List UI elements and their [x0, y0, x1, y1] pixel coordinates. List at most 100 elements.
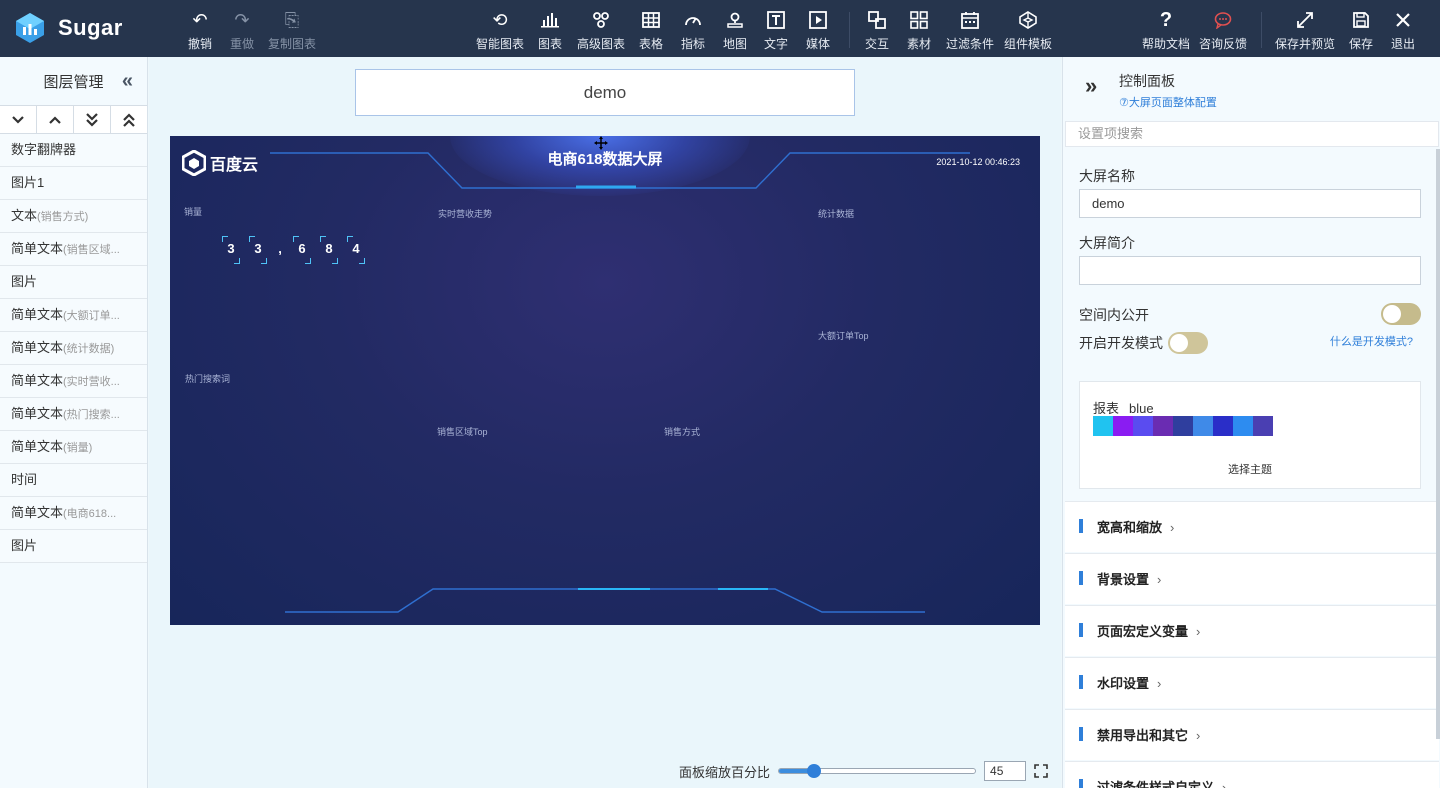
layer-order-controls — [0, 105, 147, 134]
dashboard-canvas[interactable]: 百度云 电商618数据大屏 2021-10-12 00:46:23 销量 实时营… — [170, 136, 1040, 625]
zoom-control: 面板缩放百分比 45 — [679, 761, 1048, 781]
zoom-label: 面板缩放百分比 — [679, 764, 771, 780]
advanced-chart-button[interactable]: 高级图表 — [577, 9, 625, 52]
feedback-button[interactable]: 咨询反馈 — [1199, 9, 1247, 52]
layer-item-label: 简单文本 — [11, 439, 64, 454]
redo-button[interactable]: ↷ 重做 — [230, 9, 254, 52]
collapse-right-icon[interactable]: » — [1085, 73, 1097, 99]
text-label: 文字 — [764, 37, 789, 51]
screen-desc-field[interactable] — [1079, 256, 1421, 285]
section-macro-variables[interactable]: 页面宏定义变量 › — [1065, 605, 1439, 656]
map-button[interactable]: 地图 — [723, 9, 747, 52]
flip-digit: 3 — [249, 236, 267, 264]
layer-item[interactable]: 简单文本(销量) — [0, 431, 147, 464]
dev-mode-help-link[interactable]: 什么是开发模式? — [1330, 333, 1413, 349]
move-bottom-button[interactable] — [74, 106, 111, 133]
theme-color-swatch — [1253, 416, 1273, 436]
label-realtime-revenue[interactable]: 实时营收走势 — [438, 207, 492, 220]
label-region-top[interactable]: 销售区域Top — [437, 425, 488, 438]
material-button[interactable]: 素材 — [907, 9, 931, 52]
section-marker — [1079, 779, 1083, 788]
layer-item[interactable]: 时间 — [0, 464, 147, 497]
settings-search-input[interactable]: 设置项搜索 — [1065, 121, 1439, 147]
smart-chart-button[interactable]: ⟲ 智能图表 — [476, 9, 524, 52]
exit-button[interactable]: 退出 — [1391, 9, 1415, 52]
label-sales[interactable]: 销量 — [184, 205, 202, 218]
double-chevron-down-icon — [86, 112, 98, 127]
screen-desc-label: 大屏简介 — [1079, 235, 1135, 251]
move-top-button[interactable] — [111, 106, 147, 133]
interaction-button[interactable]: 交互 — [865, 9, 889, 52]
top-toolbar: Sugar ↶ 撤销 ↷ 重做 ⎘ 复制图表 ⟲ 智能图表 图表 高级图表 表格 — [0, 0, 1440, 57]
table-button[interactable]: 表格 — [639, 9, 663, 52]
public-toggle[interactable] — [1381, 303, 1421, 325]
canvas-area: demo 百度云 电商618数据大屏 2021-10-12 00:46:23 销… — [149, 57, 1061, 788]
theme-swatches[interactable] — [1093, 416, 1273, 436]
redo-label: 重做 — [230, 37, 255, 51]
zoom-slider-handle[interactable] — [807, 764, 822, 778]
screen-name-input[interactable]: demo — [355, 69, 855, 116]
section-filter-style[interactable]: 过滤条件样式自定义 › — [1065, 761, 1439, 788]
layer-item[interactable]: 简单文本(电商618... — [0, 497, 147, 530]
section-marker — [1079, 727, 1083, 741]
move-down-button[interactable] — [0, 106, 37, 133]
layer-item-sub: (大额订单... — [63, 310, 120, 322]
fullscreen-icon[interactable] — [1034, 764, 1048, 778]
control-panel-scrollbar[interactable] — [1436, 149, 1440, 739]
dev-mode-label: 开启开发模式 — [1079, 335, 1163, 351]
copy-chart-label: 复制图表 — [268, 37, 317, 51]
section-title-text: 禁用导出和其它 — [1097, 728, 1189, 743]
layer-item[interactable]: 图片1 — [0, 167, 147, 200]
layer-item[interactable]: 简单文本(销售区域... — [0, 233, 147, 266]
digit-flipper[interactable]: 3 3 , 6 8 4 — [222, 236, 365, 264]
filter-button[interactable]: 过滤条件 — [946, 9, 994, 52]
save-preview-button[interactable]: 保存并预览 — [1275, 9, 1335, 52]
smart-chart-label: 智能图表 — [476, 37, 525, 51]
layer-item[interactable]: 简单文本(热门搜索... — [0, 398, 147, 431]
layer-item-label: 图片 — [11, 274, 38, 289]
indicator-button[interactable]: 指标 — [681, 9, 705, 52]
bar-chart-icon — [539, 9, 561, 31]
section-title-text: 背景设置 — [1097, 572, 1150, 587]
layer-item[interactable]: 简单文本(统计数据) — [0, 332, 147, 365]
component-template-button[interactable]: 组件模板 — [1004, 9, 1052, 52]
label-big-orders[interactable]: 大额订单Top — [818, 329, 869, 342]
screen-name-field[interactable]: demo — [1079, 189, 1421, 218]
zoom-input[interactable]: 45 — [984, 761, 1027, 781]
label-hot-search[interactable]: 热门搜索词 — [185, 372, 230, 385]
chat-icon — [1212, 9, 1234, 31]
interaction-label: 交互 — [865, 37, 890, 51]
choose-theme-button[interactable]: 选择主题 — [1080, 461, 1420, 477]
copy-chart-button[interactable]: ⎘ 复制图表 — [268, 9, 316, 52]
layer-item[interactable]: 图片 — [0, 266, 147, 299]
section-title: 禁用导出和其它 › — [1097, 725, 1200, 744]
layer-item[interactable]: 数字翻牌器 — [0, 134, 147, 167]
move-up-button[interactable] — [37, 106, 74, 133]
control-panel: » 控制面板 ⑦大屏页面整体配置 设置项搜索 大屏名称 demo 大屏简介 空间… — [1062, 57, 1440, 788]
label-sales-method[interactable]: 销售方式 — [664, 425, 700, 438]
collapse-left-icon[interactable]: « — [122, 70, 133, 93]
undo-button[interactable]: ↶ 撤销 — [188, 9, 212, 52]
layer-item[interactable]: 文本(销售方式) — [0, 200, 147, 233]
section-title-text: 水印设置 — [1097, 676, 1150, 691]
theme-name: 报表 blue — [1093, 398, 1154, 417]
layer-item[interactable]: 图片 — [0, 530, 147, 563]
section-background[interactable]: 背景设置 › — [1065, 553, 1439, 604]
dev-mode-toggle[interactable] — [1168, 332, 1208, 354]
layer-item[interactable]: 简单文本(实时营收... — [0, 365, 147, 398]
layer-item[interactable]: 简单文本(大额订单... — [0, 299, 147, 332]
text-button[interactable]: 文字 — [764, 9, 788, 52]
section-size-scale[interactable]: 宽高和缩放 › — [1065, 501, 1439, 552]
zoom-slider[interactable] — [778, 764, 977, 778]
section-disable-export[interactable]: 禁用导出和其它 › — [1065, 709, 1439, 760]
section-watermark[interactable]: 水印设置 › — [1065, 657, 1439, 708]
page-config-link[interactable]: ⑦大屏页面整体配置 — [1119, 94, 1217, 110]
media-button[interactable]: 媒体 — [806, 9, 830, 52]
save-button[interactable]: 保存 — [1349, 9, 1373, 52]
screen-datetime[interactable]: 2021-10-12 00:46:23 — [936, 157, 1020, 167]
control-panel-header: » 控制面板 ⑦大屏页面整体配置 — [1063, 57, 1440, 117]
label-stats[interactable]: 统计数据 — [818, 207, 854, 220]
chart-button[interactable]: 图表 — [538, 9, 562, 52]
help-doc-button[interactable]: ? 帮助文档 — [1142, 9, 1190, 52]
section-title: 宽高和缩放 › — [1097, 517, 1174, 536]
